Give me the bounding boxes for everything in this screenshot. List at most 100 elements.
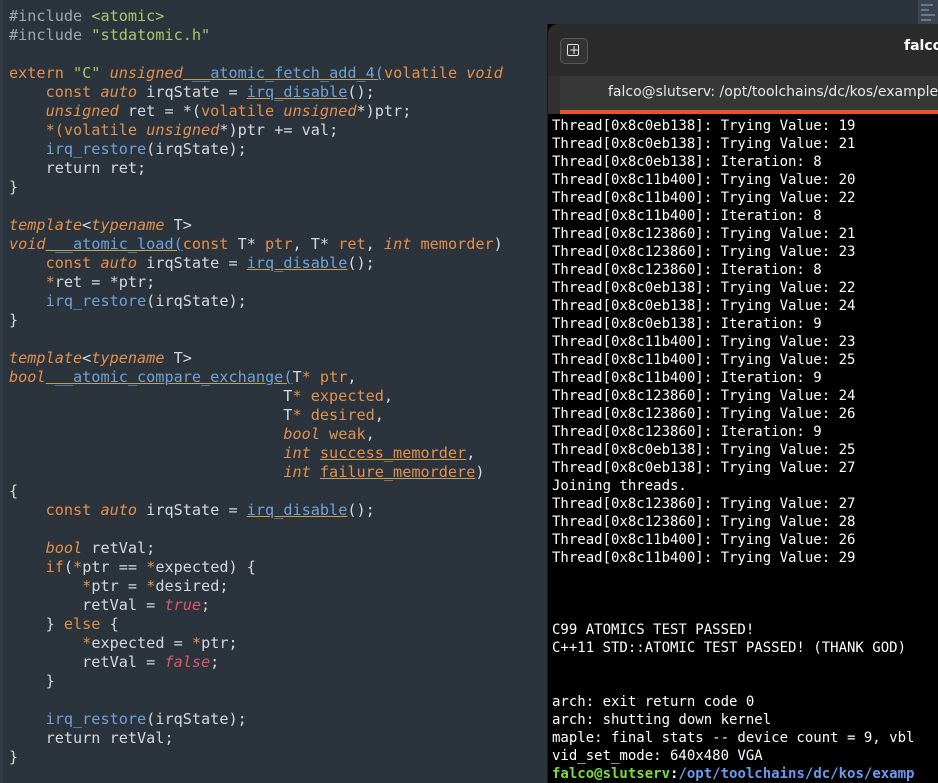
code-line[interactable]: } — [9, 311, 18, 330]
code-token: ; — [210, 653, 220, 671]
code-token: "stdatomic.h" — [91, 26, 211, 44]
code-token: , — [374, 406, 384, 424]
code-line[interactable]: bool retVal; — [9, 539, 156, 558]
code-token: ( — [63, 558, 74, 576]
code-line[interactable]: *expected = *ptr; — [9, 634, 237, 653]
code-line[interactable]: if(*ptr == *expected) { — [9, 558, 256, 577]
terminal-line: Thread[0x8c123860]: Iteration: 8 — [552, 262, 822, 278]
code-token: < — [82, 216, 92, 234]
code-line[interactable]: *ret = *ptr; — [9, 273, 156, 292]
minimap[interactable] — [918, 0, 938, 26]
terminal-titlebar[interactable]: + falco — [548, 24, 938, 76]
code-token: ptr — [319, 368, 348, 386]
code-token: auto — [100, 83, 138, 101]
code-line[interactable]: unsigned ret = *(volatile unsigned*)ptr; — [9, 102, 412, 121]
code-token: *)ptr; — [356, 102, 412, 120]
code-token: T — [9, 387, 293, 405]
code-line[interactable]: extern "C" unsigned __atomic_fetch_add_4… — [9, 64, 503, 83]
code-token: expected) { — [155, 558, 256, 576]
code-line[interactable]: *(volatile unsigned*)ptr += val; — [9, 121, 339, 140]
code-token: T> — [164, 216, 192, 234]
code-token: retVal = — [9, 596, 165, 614]
code-line[interactable]: irq_restore(irqState); — [9, 140, 247, 159]
code-line[interactable]: } else { — [9, 615, 119, 634]
code-line[interactable]: const auto irqState = irq_disable(); — [9, 83, 375, 102]
code-line[interactable]: T* desired, — [9, 406, 384, 425]
code-token: volatile — [201, 102, 275, 120]
code-line[interactable]: void __atomic_load(const T* ptr, T* ret,… — [9, 235, 503, 254]
terminal-line: Thread[0x8c11b400]: Trying Value: 22 — [552, 190, 856, 206]
code-line[interactable]: return retVal; — [9, 729, 174, 748]
code-line[interactable]: #include <atomic> — [9, 7, 164, 26]
code-line[interactable]: template<typename T> — [9, 216, 192, 235]
shell-prompt[interactable]: falco@slutserv:/opt/toolchains/dc/kos/ex… — [552, 765, 914, 783]
code-token: bool — [45, 539, 83, 557]
code-line[interactable]: T* expected, — [9, 387, 393, 406]
code-line[interactable]: bool __atomic_compare_exchange(T* ptr, — [9, 368, 357, 387]
code-line[interactable]: } — [9, 178, 18, 197]
code-token: irqState = — [137, 254, 247, 272]
terminal-line: C++11 STD::ATOMIC TEST PASSED! (THANK GO… — [552, 640, 907, 656]
code-line[interactable]: retVal = false; — [9, 653, 219, 672]
code-token: ptr = — [91, 577, 147, 595]
code-token: retVal = — [9, 653, 165, 671]
code-line[interactable]: } — [9, 748, 18, 767]
code-line[interactable]: *ptr = *desired; — [9, 577, 228, 596]
code-token: #include — [9, 26, 92, 44]
code-token: , — [383, 387, 394, 405]
code-token: < — [82, 349, 92, 367]
terminal-line: Thread[0x8c0eb138]: Trying Value: 21 — [552, 136, 856, 152]
terminal-window[interactable]: + falco falco@slutserv: /opt/toolchains/… — [548, 24, 938, 783]
code-token: unsigned — [45, 102, 119, 120]
code-token: return retVal; — [9, 729, 174, 747]
terminal-tabbar: falco@slutserv: /opt/toolchains/dc/kos/e… — [548, 76, 938, 114]
code-line[interactable]: const auto irqState = irq_disable(); — [9, 501, 375, 520]
code-token: typename — [91, 216, 165, 234]
terminal-line: Thread[0x8c0eb138]: Trying Value: 25 — [552, 442, 856, 458]
code-line[interactable]: int success_memorder, — [9, 444, 475, 463]
code-token: auto — [100, 501, 138, 519]
code-line[interactable]: bool weak, — [9, 425, 374, 444]
code-token: irq_disable — [246, 254, 348, 272]
code-token: irqState = — [137, 501, 247, 519]
new-tab-button[interactable]: + — [560, 38, 588, 64]
code-line[interactable]: template<typename T> — [9, 349, 192, 368]
code-token: * — [73, 558, 83, 576]
code-token: weak — [329, 425, 366, 443]
code-token: } — [9, 615, 64, 633]
code-line[interactable]: retVal = true; — [9, 596, 210, 615]
code-token: * — [301, 368, 320, 386]
terminal-line: arch: exit return code 0 — [552, 694, 755, 710]
code-line[interactable]: #include "stdatomic.h" — [9, 26, 210, 45]
code-token: * — [82, 634, 92, 652]
code-token: irqState = — [137, 83, 247, 101]
code-token: , — [365, 235, 384, 253]
code-line[interactable]: { — [9, 482, 18, 501]
code-token: ) — [493, 235, 503, 253]
code-line[interactable]: return ret; — [9, 159, 147, 178]
code-line[interactable]: irq_restore(irqState); — [9, 710, 247, 729]
code-token: { — [9, 482, 19, 500]
code-token: "C" — [73, 64, 101, 82]
code-line[interactable]: irq_restore(irqState); — [9, 292, 247, 311]
terminal-tab[interactable]: falco@slutserv: /opt/toolchains/dc/kos/e… — [560, 76, 938, 114]
terminal-line: vid_set_mode: 640x480 VGA — [552, 748, 763, 764]
code-line[interactable]: const auto irqState = irq_disable(); — [9, 254, 375, 273]
code-line[interactable]: } — [9, 672, 55, 691]
code-line[interactable]: int failure_memordere) — [9, 463, 484, 482]
code-token: } — [9, 178, 19, 196]
code-token: (); — [347, 83, 375, 101]
code-token: irq_disable — [246, 83, 348, 101]
code-token: (irqState); — [146, 292, 247, 310]
code-token: extern — [9, 64, 74, 82]
